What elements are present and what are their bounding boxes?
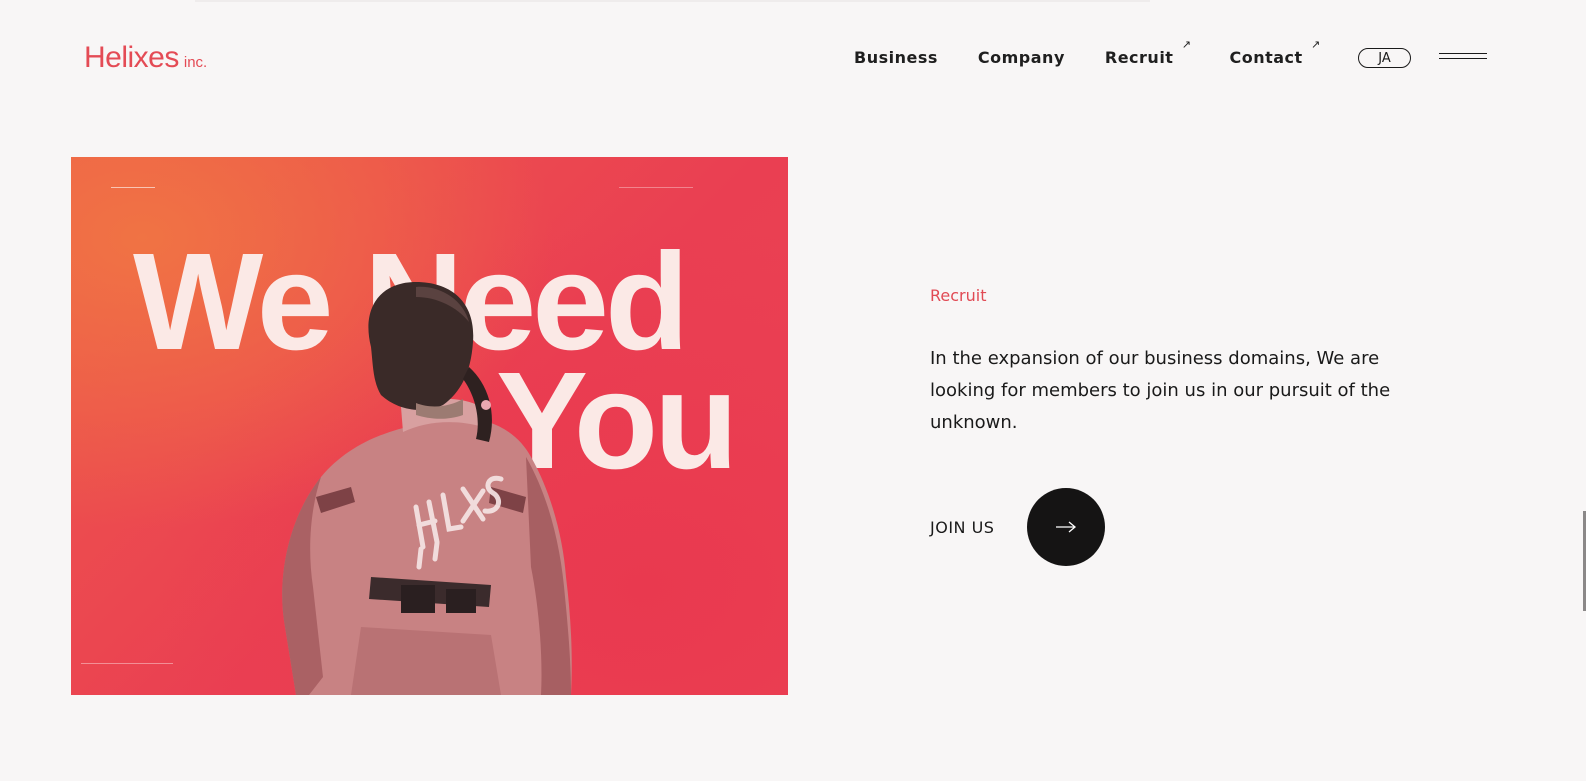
nav-item-label: Contact: [1229, 48, 1303, 67]
top-divider: [195, 0, 1150, 2]
logo-name: Helixes: [84, 41, 179, 74]
nav-item-label: Business: [854, 48, 938, 67]
nav-item-recruit[interactable]: Recruit ↗: [1104, 38, 1191, 67]
recruit-hero-image: We Need You: [71, 157, 788, 695]
nav-item-label: Company: [977, 48, 1065, 67]
main-nav: Business Company Recruit ↗ Contact ↗: [854, 38, 1359, 67]
menu-line: [1439, 58, 1487, 59]
nav-item-business[interactable]: Business: [854, 48, 938, 67]
external-link-icon: ↗: [1310, 38, 1321, 51]
nav-item-company[interactable]: Company: [978, 48, 1065, 67]
join-us-link[interactable]: JOIN US: [930, 518, 994, 537]
arrow-right-icon: [1056, 521, 1077, 533]
language-toggle-button[interactable]: JA: [1358, 48, 1411, 68]
join-us-button[interactable]: [1027, 488, 1106, 566]
logo-suffix: inc.: [183, 54, 208, 71]
hamburger-icon[interactable]: [1439, 53, 1487, 63]
menu-line: [1439, 53, 1487, 54]
section-eyebrow: Recruit: [930, 286, 987, 305]
join-us-cta: JOIN US: [930, 488, 1106, 566]
recruit-description: In the expansion of our business domains…: [930, 348, 1391, 433]
external-link-icon: ↗: [1181, 38, 1192, 51]
nav-item-label: Recruit: [1104, 48, 1174, 67]
nav-item-contact[interactable]: Contact ↗: [1229, 38, 1320, 67]
figure-illustration: [282, 282, 572, 695]
logo[interactable]: Helixes inc.: [84, 41, 207, 75]
